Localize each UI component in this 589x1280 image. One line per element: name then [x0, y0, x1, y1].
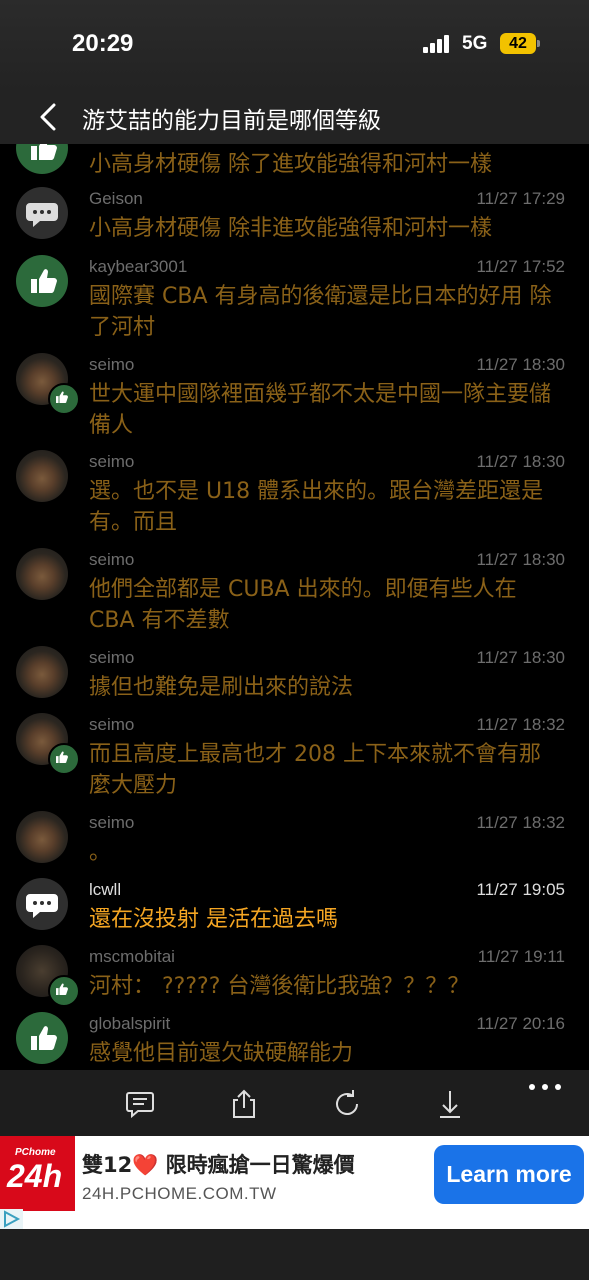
user-avatar[interactable]: [16, 811, 68, 863]
user-avatar[interactable]: [16, 450, 68, 502]
comment-author: globalspirit: [89, 1014, 171, 1033]
learn-more-button[interactable]: Learn more: [434, 1145, 584, 1204]
comment-time: 11/27 18:32: [476, 715, 565, 734]
chat-bubble-icon: [26, 203, 58, 227]
comment-time: 11/27 17:52: [476, 257, 565, 276]
comment-text: 而且高度上最高也才 208 上下本來就不會有那麼大壓力: [89, 742, 541, 798]
comment-time: 11/27 20:16: [476, 1014, 565, 1033]
share-icon[interactable]: [228, 1088, 260, 1120]
chat-avatar: [16, 878, 68, 930]
thumbs-up-icon: [31, 1026, 57, 1050]
comment-author: seimo: [89, 813, 135, 832]
comment-author: Geison: [89, 189, 143, 208]
battery-tip: [537, 40, 540, 47]
back-chevron-icon[interactable]: [36, 102, 62, 132]
comment-text: 國際賽 CBA 有身高的後衛還是比日本的好用 除了河村: [89, 284, 552, 340]
like-avatar: [16, 255, 68, 307]
nav-bar: 游艾喆的能力目前是哪個等級: [0, 90, 589, 144]
user-avatar[interactable]: [16, 548, 68, 600]
comment-text: 選。也不是 U18 體系出來的。跟台灣差距還是有。而且: [89, 479, 544, 535]
user-avatar[interactable]: [16, 646, 68, 698]
bottom-safe-area: [0, 1229, 589, 1280]
status-bar: 20:29 5G 42: [0, 0, 589, 90]
thumbs-up-icon: [31, 144, 57, 160]
adchoices-icon[interactable]: [0, 1209, 23, 1229]
comment-text: 世大運中國隊裡面幾乎都不太是中國一隊主要儲備人: [89, 382, 552, 438]
like-badge-icon: [48, 383, 80, 415]
network-type: 5G: [462, 33, 488, 54]
comment-text: 小高身材硬傷 除非進攻能強得和河村一樣: [89, 216, 492, 241]
comment-text: 。: [89, 840, 112, 865]
like-avatar: [16, 1012, 68, 1064]
comment-author: mscmobitai: [89, 947, 175, 966]
comment-text: 河村： ????? 台灣後衛比我強？？？？: [89, 974, 470, 999]
comment-time: 11/27 18:30: [476, 452, 565, 471]
comment-text: 小高身材硬傷 除了進攻能強得和河村一樣: [89, 152, 492, 177]
comment-text: 還在沒投射 是活在過去嗎: [89, 907, 338, 932]
thumbs-up-icon: [31, 269, 57, 293]
comment-icon[interactable]: [124, 1088, 156, 1120]
comment-author: seimo: [89, 355, 135, 374]
like-badge-icon: [48, 743, 80, 775]
comment-author: kaybear3001: [89, 257, 188, 276]
chat-bubble-icon: [26, 894, 58, 918]
comment-time: 11/27 18:30: [476, 355, 565, 374]
ad-banner[interactable]: PChome 24h 雙12❤️ 限時瘋搶一日驚爆價 24H.PCHOME.CO…: [0, 1136, 589, 1229]
ad-url: 24H.PCHOME.COM.TW: [82, 1184, 277, 1203]
status-time: 20:29: [72, 30, 134, 57]
page-title: 游艾喆的能力目前是哪個等級: [82, 108, 381, 134]
download-icon[interactable]: [434, 1088, 466, 1120]
comment-author: seimo: [89, 648, 135, 667]
comment-text: 他們全部都是 CUBA 出來的。即便有些人在 CBA 有不差數: [89, 577, 517, 633]
comment-text: 據但也難免是刷出來的說法: [89, 675, 354, 700]
like-badge-icon: [48, 975, 80, 1007]
ad-headline: 雙12❤️ 限時瘋搶一日驚爆價: [82, 1153, 355, 1177]
comment-time: 11/27 17:29: [476, 189, 565, 208]
comment-author: lcwll: [89, 880, 122, 899]
comment-time: 11/27 19:11: [477, 947, 565, 966]
comment-list[interactable]: 小高身材硬傷 除了進攻能強得和河村一樣 Geison 11/27 17:29 小…: [0, 144, 589, 1070]
refresh-icon[interactable]: [331, 1088, 363, 1120]
comment-author: seimo: [89, 452, 135, 471]
cellular-signal-icon: [423, 35, 453, 53]
comment-author: seimo: [89, 550, 135, 569]
comment-text: 感覺他目前還欠缺硬解能力: [89, 1041, 354, 1066]
more-icon[interactable]: [529, 1084, 563, 1094]
comment-time: 11/27 19:05: [476, 880, 565, 899]
chat-avatar: [16, 187, 68, 239]
pchome-logo: PChome 24h: [0, 1136, 75, 1211]
comment-time: 11/27 18:30: [476, 648, 565, 667]
comment-time: 11/27 18:32: [476, 813, 565, 832]
bottom-toolbar: [0, 1070, 589, 1136]
battery-icon: 42: [500, 33, 536, 54]
comment-time: 11/27 18:30: [476, 550, 565, 569]
comment-author: seimo: [89, 715, 135, 734]
like-avatar: [16, 144, 68, 174]
